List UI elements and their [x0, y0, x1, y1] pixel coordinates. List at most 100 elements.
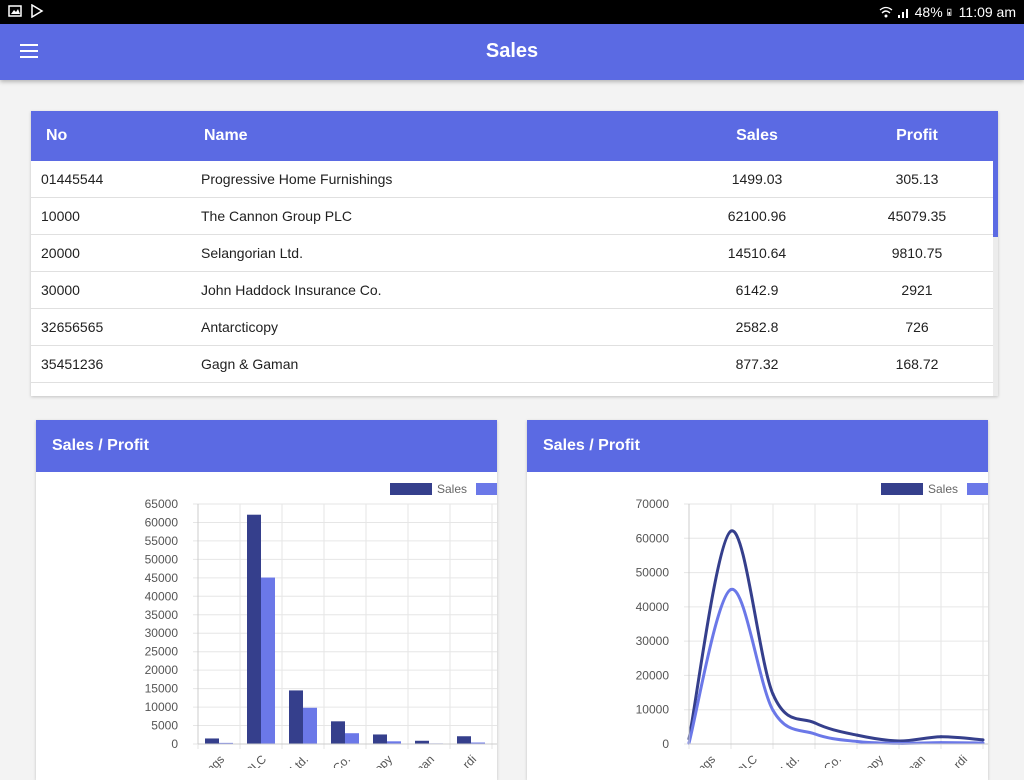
cell-profit: 2921 — [901, 282, 933, 298]
cell-sales: 877.32 — [735, 356, 779, 372]
y-tick-label: 40000 — [145, 589, 179, 603]
bar-sales — [289, 690, 303, 744]
x-tick-label: PLC — [734, 752, 761, 768]
bar-profit — [345, 733, 359, 744]
legend-swatch-sales — [390, 483, 432, 495]
cell-sales: 1499.03 — [731, 171, 783, 187]
bar-sales — [373, 734, 387, 744]
bar-sales — [205, 738, 219, 744]
cell-name: John Haddock Insurance Co. — [201, 282, 382, 298]
table-scrollbar-thumb[interactable] — [993, 111, 998, 237]
bar-sales — [331, 721, 345, 744]
y-tick-label: 20000 — [636, 668, 670, 682]
table-row[interactable]: 10000 The Cannon Group PLC 62100.96 4507… — [31, 198, 993, 235]
line-chart-card: Sales / Profit Sales 0 10000 20000 30000 4000… — [527, 420, 988, 780]
table-body: 01445544 Progressive Home Furnishings 14… — [31, 161, 993, 396]
column-header-name[interactable]: Name — [204, 127, 248, 145]
x-tick-label: Co. — [330, 752, 353, 768]
table-row[interactable]: 35451236 Gagn & Gaman 877.32 168.72 — [31, 346, 993, 383]
gallery-notification-icon — [8, 5, 22, 17]
sales-table: No Name Sales Profit 01445544 Progressiv… — [31, 111, 998, 396]
cell-no: 01445544 — [41, 171, 104, 187]
play-store-notification-icon — [31, 4, 44, 18]
table-row-partial[interactable] — [31, 383, 993, 396]
x-tick-label: copy — [858, 752, 886, 768]
column-header-no[interactable]: No — [46, 127, 67, 145]
cell-name: Antarcticopy — [201, 319, 279, 335]
table-row[interactable]: 32656565 Antarcticopy 2582.8 726 — [31, 309, 993, 346]
point-profit — [855, 740, 859, 744]
cell-profit: 726 — [905, 319, 929, 335]
y-tick-label: 45000 — [145, 571, 179, 585]
clock: 11:09 am — [958, 4, 1016, 20]
y-tick-label: 15000 — [145, 682, 179, 696]
cell-profit: 168.72 — [895, 356, 939, 372]
cell-sales: 62100.96 — [727, 208, 787, 224]
y-tick-label: 25000 — [145, 645, 179, 659]
x-tick-label: copy — [367, 752, 395, 768]
y-tick-label: 10000 — [636, 703, 670, 717]
cell-sales: 6142.9 — [735, 282, 779, 298]
y-tick-label: 35000 — [145, 608, 179, 622]
x-tick-label: rdi — [460, 752, 479, 768]
point-profit — [729, 587, 733, 591]
bar-profit — [303, 707, 317, 744]
y-tick-label: 40000 — [636, 600, 670, 614]
y-tick-label: 0 — [171, 737, 178, 751]
y-tick-label: 30000 — [145, 626, 179, 640]
bar-chart-card: Sales / Profit Sales 0 5000 10000 15000 20000… — [36, 420, 497, 780]
chart-title: Sales / Profit — [527, 420, 988, 472]
wifi-icon — [879, 6, 893, 18]
table-row[interactable]: 30000 John Haddock Insurance Co. 6142.9 … — [31, 272, 993, 309]
y-tick-label: 70000 — [636, 497, 670, 511]
cell-no: 32656565 — [41, 319, 104, 335]
y-tick-label: 55000 — [145, 534, 179, 548]
legend-swatch-profit — [476, 483, 497, 495]
page-title: Sales — [485, 40, 539, 62]
battery-icon — [946, 8, 951, 16]
battery-percent: 48% — [914, 4, 943, 20]
x-tick-label: PLC — [243, 752, 270, 768]
cell-no: 35451236 — [41, 356, 104, 372]
cell-profit: 9810.75 — [891, 245, 943, 261]
x-tick-label: man — [902, 752, 928, 768]
point-sales — [729, 529, 733, 533]
y-tick-label: 50000 — [145, 552, 179, 566]
cell-name: Gagn & Gaman — [201, 356, 299, 372]
cell-no: 10000 — [41, 208, 80, 224]
cell-name: The Cannon Group PLC — [201, 208, 352, 224]
point-profit — [771, 708, 775, 712]
table-scrollbar[interactable] — [993, 111, 998, 396]
x-tick-label: ings — [202, 752, 227, 768]
table-header: No Name Sales Profit — [31, 111, 993, 161]
signal-icon — [897, 9, 908, 18]
app-bar: Sales — [0, 24, 1024, 80]
y-tick-label: 65000 — [145, 497, 179, 511]
y-tick-label: 60000 — [636, 531, 670, 545]
cell-profit: 305.13 — [895, 171, 939, 187]
x-tick-label: Ltd. — [778, 752, 802, 768]
status-bar: 48% 11:09 am — [0, 0, 1024, 24]
bar-sales — [457, 736, 471, 744]
table-row[interactable]: 01445544 Progressive Home Furnishings 14… — [31, 161, 993, 198]
column-header-profit[interactable]: Profit — [861, 127, 973, 145]
column-header-sales[interactable]: Sales — [701, 127, 813, 145]
x-tick-label: Co. — [821, 752, 844, 768]
x-tick-label: rdi — [951, 752, 970, 768]
y-tick-label: 20000 — [145, 663, 179, 677]
cell-profit: 45079.35 — [887, 208, 947, 224]
legend-swatch-sales — [881, 483, 923, 495]
y-tick-label: 0 — [662, 737, 669, 751]
cell-no: 30000 — [41, 282, 80, 298]
cell-sales: 2582.8 — [735, 319, 779, 335]
x-tick-label: Ltd. — [287, 752, 311, 768]
line-chart: Sales 0 10000 20000 30000 40000 50000 60000 7000… — [636, 482, 988, 768]
table-row[interactable]: 20000 Selangorian Ltd. 14510.64 9810.75 — [31, 235, 993, 272]
legend-label-sales: Sales — [928, 482, 958, 496]
cell-name: Selangorian Ltd. — [201, 245, 303, 261]
legend-swatch-profit — [967, 483, 988, 495]
point-sales — [855, 733, 859, 737]
point-sales — [813, 721, 817, 725]
y-tick-label: 50000 — [636, 566, 670, 580]
chart-title: Sales / Profit — [36, 420, 497, 472]
